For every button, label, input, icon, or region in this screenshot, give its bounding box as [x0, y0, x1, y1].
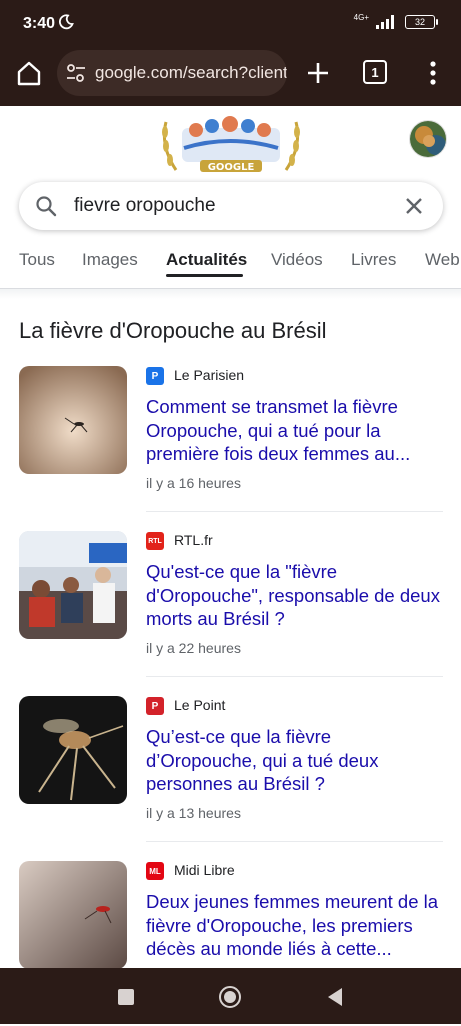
- article-source: RTL.fr: [174, 532, 213, 548]
- article-headline-link[interactable]: Qu'est-ce que la "fièvre d'Oropouche", r…: [146, 560, 446, 631]
- source-logo-icon: P: [146, 367, 164, 385]
- tab-livres[interactable]: Livres: [351, 250, 396, 270]
- home-icon[interactable]: [14, 58, 44, 88]
- signal-icon: [376, 15, 394, 29]
- tab-switcher-button[interactable]: 1: [363, 60, 387, 84]
- tab-videos[interactable]: Vidéos: [271, 250, 323, 270]
- battery-icon: 32: [405, 15, 438, 29]
- clear-search-icon[interactable]: [403, 195, 425, 217]
- search-filter-tabs: Tous Images Actualités Vidéos Livres Web: [0, 236, 461, 288]
- browser-toolbar: google.com/search?client 1: [0, 50, 461, 100]
- article-thumbnail[interactable]: [19, 861, 127, 969]
- account-avatar[interactable]: [409, 120, 447, 158]
- doodle-text: GOOGLE: [208, 162, 255, 173]
- mosquito-on-arm-image: [19, 861, 127, 969]
- network-type: 4G+: [353, 13, 369, 22]
- news-article[interactable]: P Le Point Qu’est-ce que la fièvre d’Oro…: [0, 696, 461, 861]
- status-bar: 3:40 4G+ 32: [0, 0, 461, 50]
- news-article[interactable]: P Le Parisien Comment se transmet la fiè…: [0, 366, 461, 531]
- tab-web[interactable]: Web: [425, 250, 460, 270]
- hospital-patients-image: [19, 531, 127, 639]
- site-settings-icon[interactable]: [65, 62, 87, 84]
- article-headline-link[interactable]: Qu’est-ce que la fièvre d’Oropouche, qui…: [146, 725, 446, 796]
- tab-tous[interactable]: Tous: [19, 250, 55, 270]
- article-age: il y a 13 heures: [146, 805, 241, 821]
- article-divider: [146, 841, 443, 842]
- google-header: GOOGLE: [0, 106, 461, 178]
- do-not-disturb-moon-icon: [58, 14, 74, 30]
- article-divider: [146, 511, 443, 512]
- google-doodle[interactable]: GOOGLE: [160, 110, 302, 176]
- status-time: 3:40: [23, 15, 56, 32]
- article-thumbnail[interactable]: [19, 366, 127, 474]
- url-text: google.com/search?client: [95, 63, 287, 82]
- article-thumbnail[interactable]: [19, 531, 127, 639]
- search-icon: [36, 196, 57, 217]
- new-tab-plus-icon[interactable]: [304, 59, 332, 87]
- address-bar[interactable]: google.com/search?client: [57, 50, 287, 96]
- article-source: Midi Libre: [174, 862, 235, 878]
- header-shadow: [0, 289, 461, 299]
- news-section-title: La fièvre d'Oropouche au Brésil: [19, 318, 327, 343]
- source-logo-icon: RTL: [146, 532, 164, 550]
- status-icons: 4G+ 32: [353, 13, 438, 29]
- source-logo-icon: ML: [146, 862, 164, 880]
- article-age: il y a 16 heures: [146, 475, 241, 491]
- back-triangle-icon[interactable]: [326, 986, 344, 1008]
- tab-actualites[interactable]: Actualités: [166, 250, 247, 270]
- recents-square-icon[interactable]: [118, 989, 134, 1005]
- active-tab-indicator: [166, 274, 243, 277]
- browser-chrome: 3:40 4G+ 32 google.com/search?client 1: [0, 0, 461, 106]
- mosquito-on-skin-image: [19, 366, 127, 474]
- avatar-image: [410, 121, 446, 157]
- more-menu-icon[interactable]: [424, 60, 442, 86]
- source-logo-icon: P: [146, 697, 164, 715]
- search-box[interactable]: fievre oropouche: [19, 182, 443, 230]
- mosquito-closeup-image: [19, 696, 127, 804]
- news-article[interactable]: RTL RTL.fr Qu'est-ce que la "fièvre d'Or…: [0, 531, 461, 696]
- article-headline-link[interactable]: Deux jeunes femmes meurent de la fièvre …: [146, 890, 446, 961]
- system-navigation-bar: [0, 968, 461, 1024]
- search-query[interactable]: fievre oropouche: [74, 195, 403, 217]
- article-divider: [146, 676, 443, 677]
- article-source: Le Point: [174, 697, 226, 713]
- article-headline-link[interactable]: Comment se transmet la fièvre Oropouche,…: [146, 395, 446, 466]
- home-circle-icon[interactable]: [218, 985, 242, 1009]
- tab-images[interactable]: Images: [82, 250, 138, 270]
- article-age: il y a 22 heures: [146, 640, 241, 656]
- article-source: Le Parisien: [174, 367, 245, 383]
- article-thumbnail[interactable]: [19, 696, 127, 804]
